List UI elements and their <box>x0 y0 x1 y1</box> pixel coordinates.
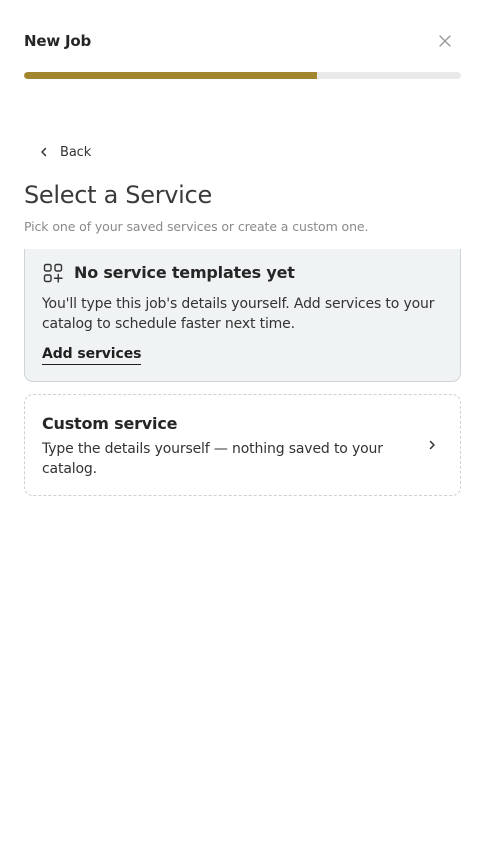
empty-state-title: No service templates yet <box>74 263 295 282</box>
progress-bar-fill <box>24 72 317 79</box>
add-services-link[interactable]: Add services <box>42 345 141 365</box>
custom-service-description: Type the details yourself — nothing save… <box>42 441 383 477</box>
custom-service-title: Custom service <box>42 414 178 433</box>
back-button[interactable]: Back <box>36 141 91 163</box>
header: New Job <box>24 30 461 52</box>
empty-state-description: You'll type this job's details yourself.… <box>42 296 435 332</box>
page-header-title: New Job <box>24 32 92 50</box>
close-button[interactable] <box>435 31 455 51</box>
empty-state-header: No service templates yet <box>42 262 295 284</box>
progress-bar <box>24 72 461 79</box>
page-title: Select a Service <box>24 181 212 209</box>
custom-service-card[interactable]: Custom service Type the details yourself… <box>24 394 461 496</box>
page-subtitle: Pick one of your saved services or creat… <box>24 219 369 234</box>
back-button-label: Back <box>60 144 92 160</box>
empty-state-card: No service templates yet You'll type thi… <box>24 249 461 382</box>
grid-plus-icon <box>42 262 64 284</box>
chevron-right-icon <box>424 437 440 453</box>
chevron-left-icon <box>36 144 52 160</box>
close-icon <box>439 35 451 47</box>
